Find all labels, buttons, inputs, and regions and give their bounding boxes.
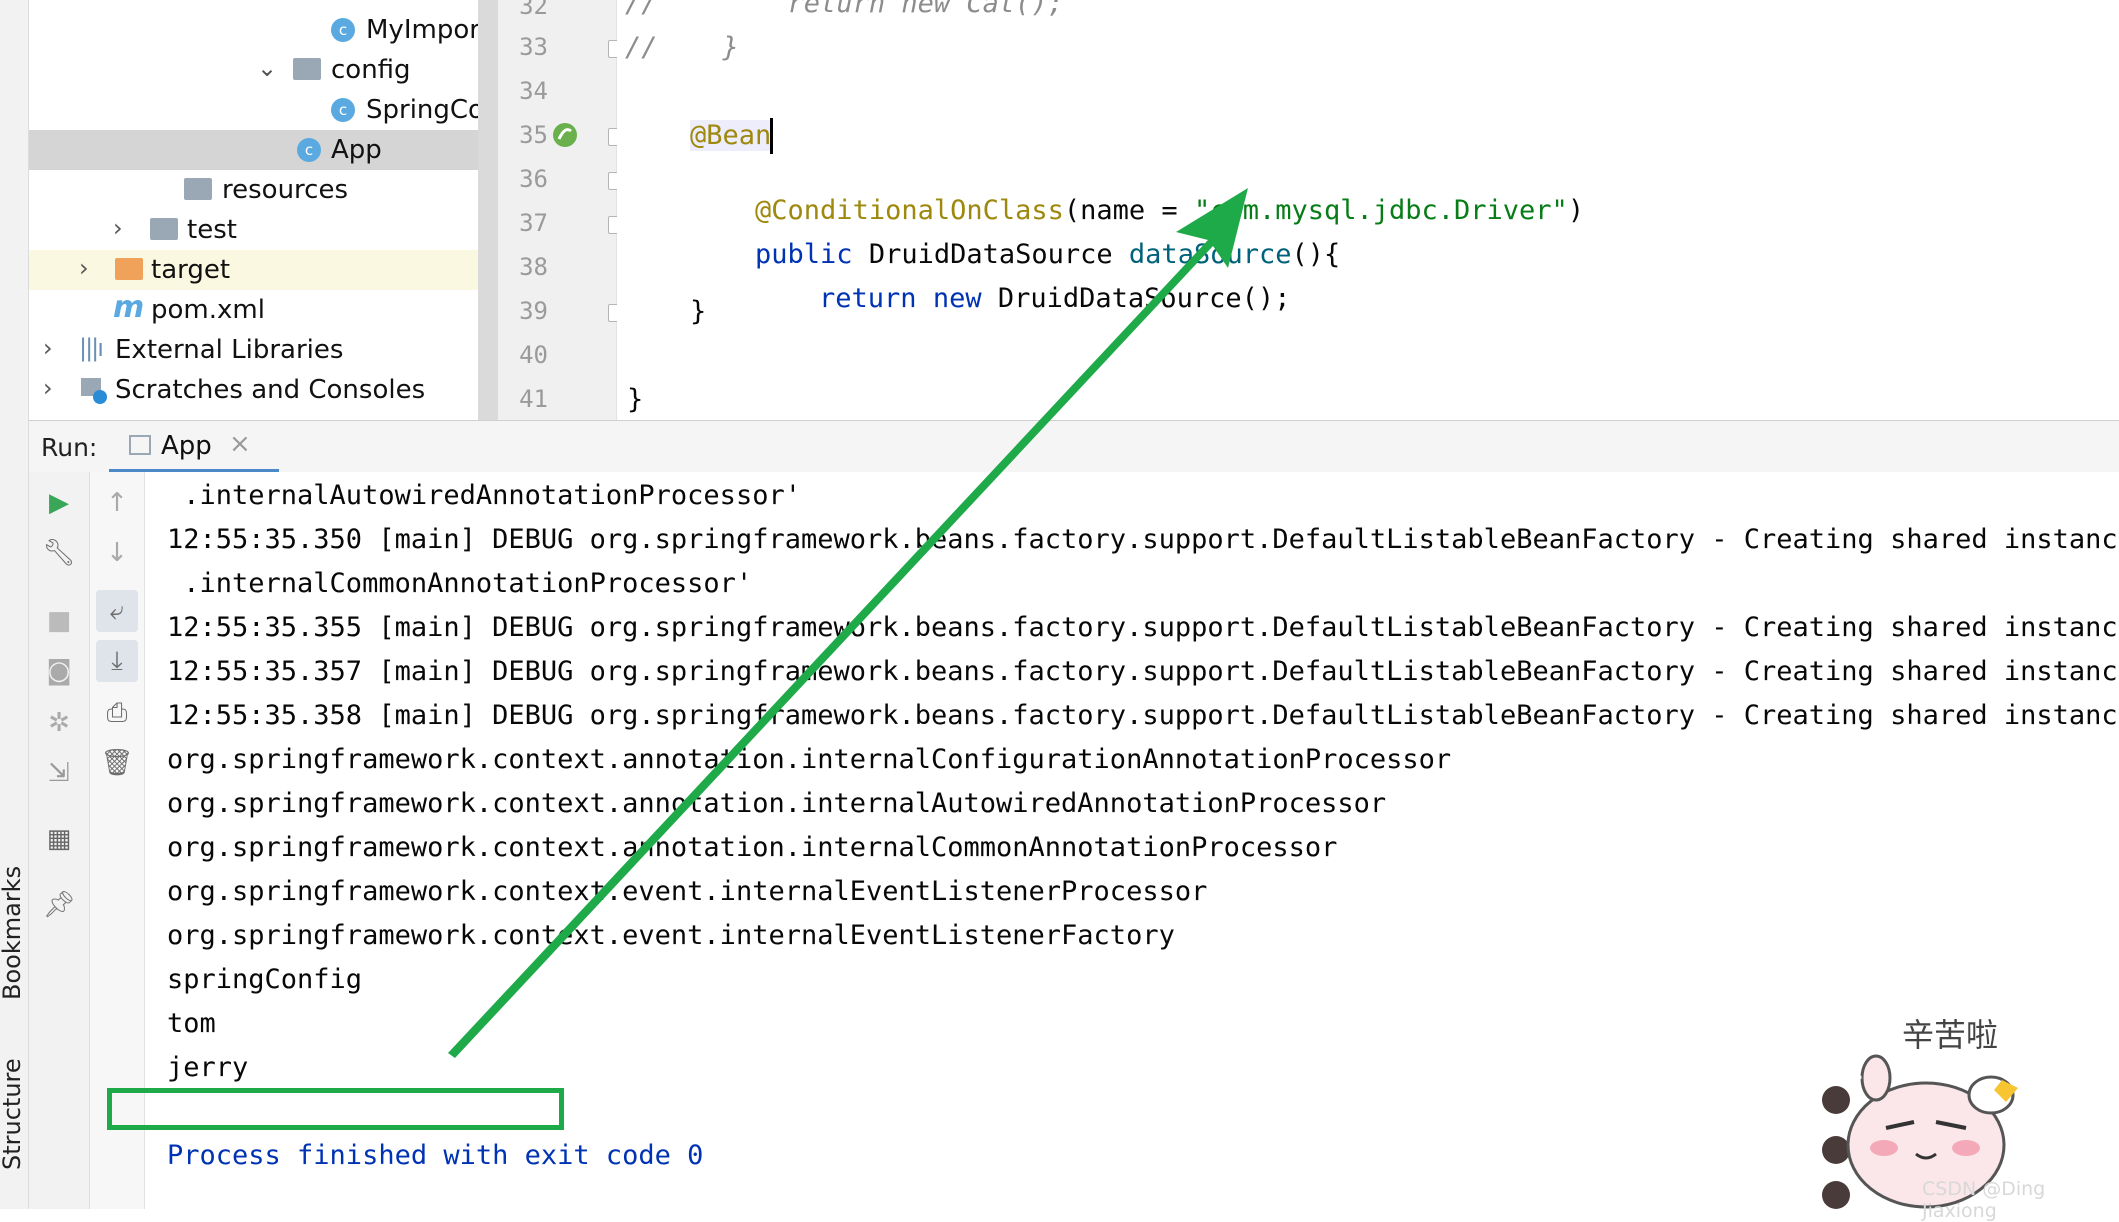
tree-item-resources[interactable]: resources bbox=[29, 170, 495, 210]
line-number: 39 bbox=[519, 297, 548, 325]
console-line: 12:55:35.357 [main] DEBUG org.springfram… bbox=[167, 656, 2119, 687]
tree-scrollbar[interactable] bbox=[478, 0, 498, 420]
code-line-41: } bbox=[627, 384, 644, 415]
class-icon: c bbox=[331, 98, 355, 122]
debug-icon[interactable]: ✲ bbox=[42, 706, 76, 740]
console-line: .internalCommonAnnotationProcessor' bbox=[167, 568, 753, 599]
trash-icon[interactable]: 🗑︎ bbox=[100, 746, 134, 780]
chevron-right-icon[interactable]: › bbox=[79, 254, 89, 282]
console-line: 12:55:35.358 [main] DEBUG org.springfram… bbox=[167, 700, 2119, 731]
tree-item-app[interactable]: c App bbox=[29, 130, 495, 170]
exit-icon[interactable]: ⇲ bbox=[42, 756, 76, 790]
sticker-badge: E bbox=[1848, 1060, 1864, 1085]
stop-icon[interactable]: ■ bbox=[42, 604, 76, 638]
line-number: 32 bbox=[519, 0, 548, 20]
code-token: ) bbox=[1567, 195, 1585, 226]
line-number: 41 bbox=[519, 385, 548, 413]
process-finished-line: Process finished with exit code 0 bbox=[167, 1140, 704, 1171]
console-line: org.springframework.context.event.intern… bbox=[167, 876, 1208, 907]
code-token: (){ bbox=[1291, 239, 1341, 270]
tree-item-springconfig[interactable]: c SpringConf bbox=[29, 90, 495, 130]
code-editor[interactable]: // return new Cat(); // } @Bean @Conditi… bbox=[617, 0, 2119, 420]
console-line: 12:55:35.355 [main] DEBUG org.springfram… bbox=[167, 612, 2119, 643]
console-icon bbox=[129, 435, 151, 455]
tree-item-external-libraries[interactable]: › |||ı External Libraries bbox=[29, 330, 495, 370]
chevron-right-icon[interactable]: › bbox=[113, 214, 123, 242]
folder-icon bbox=[150, 218, 178, 240]
tree-item-myimportselector[interactable]: c MyImportS bbox=[29, 10, 495, 50]
annotation-highlight-box bbox=[107, 1088, 564, 1130]
resources-folder-icon bbox=[184, 178, 212, 200]
structure-tab[interactable]: Structure bbox=[0, 1058, 26, 1170]
code-line-33: // } bbox=[625, 32, 739, 63]
line-number: 37 bbox=[519, 209, 548, 237]
tree-item-pom-xml[interactable]: m pom.xml bbox=[29, 290, 495, 330]
tree-item-target[interactable]: › target bbox=[29, 250, 495, 290]
scratches-badge-icon bbox=[93, 390, 107, 404]
console-line: 12:55:35.350 [main] DEBUG org.springfram… bbox=[167, 524, 2119, 555]
bean-annotation: @Bean bbox=[690, 120, 772, 151]
close-icon[interactable]: × bbox=[229, 429, 251, 459]
arrow-up-icon[interactable]: ↑ bbox=[100, 486, 134, 520]
libraries-icon: |||ı bbox=[79, 334, 104, 362]
console-line: org.springframework.context.annotation.i… bbox=[167, 788, 1387, 819]
chevron-down-icon[interactable]: ⌄ bbox=[257, 54, 277, 82]
soft-wrap-icon[interactable]: ⤶ bbox=[96, 590, 138, 632]
code-line-39: } bbox=[690, 296, 707, 327]
code-line-38: return new DruidDataSource(); bbox=[754, 252, 1290, 345]
console-line: org.springframework.context.annotation.i… bbox=[167, 744, 1452, 775]
wrench-icon[interactable]: 🔧︎ bbox=[42, 536, 76, 570]
camera-icon[interactable]: ◙ bbox=[42, 654, 76, 688]
keyword-token: return new bbox=[819, 283, 982, 314]
folder-icon bbox=[293, 58, 321, 80]
line-number: 33 bbox=[519, 33, 548, 61]
run-label: Run: bbox=[41, 433, 98, 462]
line-number: 35 bbox=[519, 121, 548, 149]
console-line: org.springframework.context.annotation.i… bbox=[167, 832, 1338, 863]
line-number: 38 bbox=[519, 253, 548, 281]
bookmarks-tab[interactable]: Bookmarks bbox=[0, 866, 26, 1000]
tree-item-config[interactable]: ⌄ config bbox=[29, 50, 495, 90]
left-tool-strip: Bookmarks Structure bbox=[0, 0, 29, 1209]
line-number: 34 bbox=[519, 77, 548, 105]
tab-app-label: App bbox=[161, 431, 212, 461]
tab-app[interactable]: App × bbox=[109, 421, 279, 473]
console-line: springConfig bbox=[167, 964, 363, 995]
line-number: 40 bbox=[519, 341, 548, 369]
run-tool-header: Run: App × bbox=[29, 420, 2119, 474]
line-number: 36 bbox=[519, 165, 548, 193]
run-toolbar-primary: ▶ 🔧︎ ■ ◙ ✲ ⇲ ▦ 📌︎ bbox=[29, 472, 90, 1209]
rerun-icon[interactable]: ▶ bbox=[42, 486, 76, 520]
bean-gutter-icon[interactable] bbox=[550, 120, 580, 150]
tree-item-test[interactable]: › test bbox=[29, 210, 495, 250]
console-line: org.springframework.context.event.intern… bbox=[167, 920, 1175, 951]
text-caret bbox=[770, 118, 773, 154]
class-icon: c bbox=[331, 18, 355, 42]
chevron-right-icon[interactable]: › bbox=[43, 334, 53, 362]
code-line-32: // return new Cat(); bbox=[625, 0, 1064, 19]
arrow-down-icon[interactable]: ↓ bbox=[100, 536, 134, 570]
print-icon[interactable]: ⎙ bbox=[100, 696, 134, 730]
code-token: DruidDataSource(); bbox=[981, 283, 1291, 314]
console-line: jerry bbox=[167, 1052, 249, 1083]
pin-icon[interactable]: 📌︎ bbox=[42, 888, 76, 922]
console-line: .internalAutowiredAnnotationProcessor' bbox=[167, 480, 801, 511]
watermark: CSDN @Ding Jiaxiong bbox=[1922, 1178, 2046, 1222]
layout-icon[interactable]: ▦ bbox=[42, 822, 76, 856]
project-tree: c MyImportS ⌄ config c SpringConf c App … bbox=[29, 0, 495, 420]
maven-icon: m bbox=[113, 290, 145, 325]
folder-icon bbox=[115, 258, 143, 280]
console-line: tom bbox=[167, 1008, 216, 1039]
scroll-to-end-icon[interactable]: ⤓ bbox=[96, 640, 138, 682]
tree-item-scratches[interactable]: › Scratches and Consoles bbox=[29, 370, 495, 410]
tree-scrollbar-thumb[interactable] bbox=[478, 0, 498, 420]
chevron-right-icon[interactable]: › bbox=[43, 374, 53, 402]
main-class-icon: c bbox=[297, 138, 321, 162]
editor-gutter: 32 33 34 35 36 37 38 39 40 41 bbox=[498, 0, 617, 420]
